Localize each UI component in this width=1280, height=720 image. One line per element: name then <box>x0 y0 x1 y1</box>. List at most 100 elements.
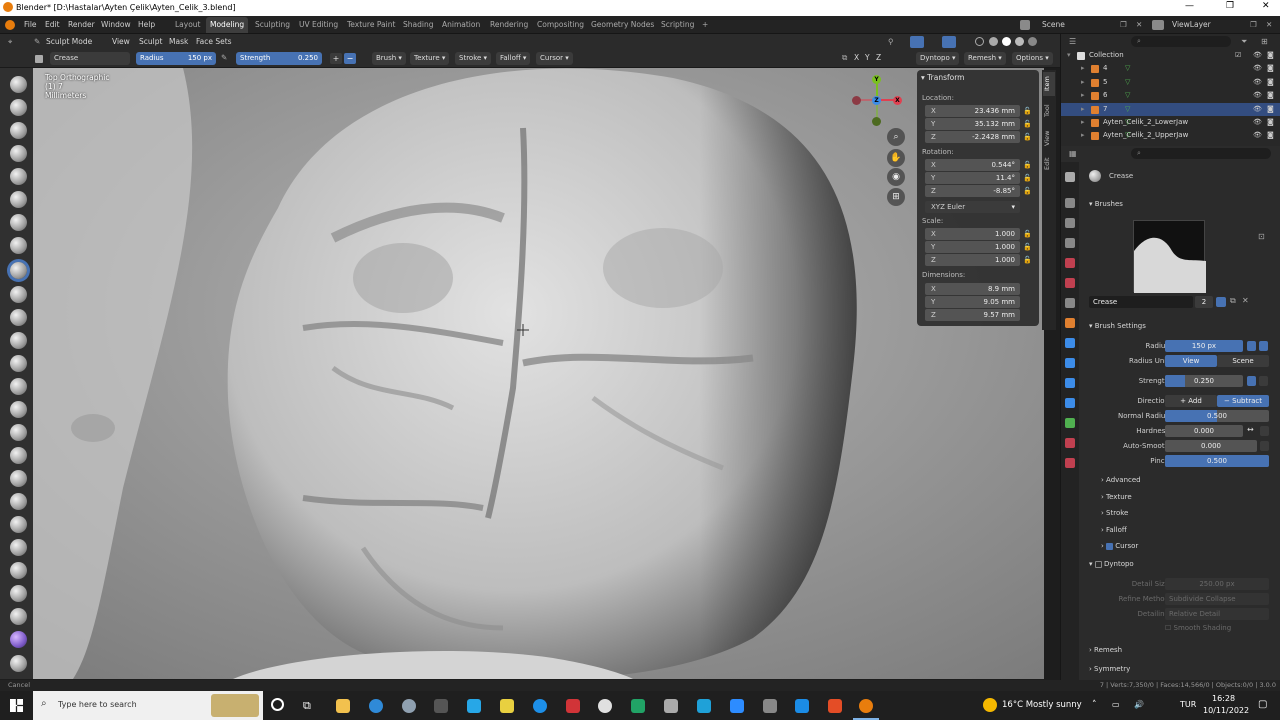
wireframe-shading-icon[interactable] <box>989 37 998 46</box>
physics-tab-icon[interactable] <box>1065 378 1075 388</box>
app-icon[interactable] <box>467 699 481 713</box>
tool-thumb-icon[interactable] <box>10 493 27 510</box>
copy-icon[interactable]: ❐ <box>1250 20 1257 29</box>
tool-clay-thumb-icon[interactable] <box>10 168 27 185</box>
minimize-button[interactable]: — <box>1185 1 1194 11</box>
lock-icon[interactable]: 🔓 <box>1023 256 1032 264</box>
lock-icon[interactable]: 🔓 <box>1023 230 1032 238</box>
modifier-tab-icon[interactable] <box>1065 338 1075 348</box>
zoom-app-icon[interactable] <box>730 699 744 713</box>
tool-simplify-icon[interactable] <box>10 655 27 672</box>
advanced-subpanel[interactable]: › Advanced <box>1101 476 1141 484</box>
outliner-row-name[interactable]: Ayten_Celik_2_LowerJaw <box>1103 118 1188 126</box>
checkbox-icon[interactable]: ☑ <box>1235 51 1241 59</box>
tool-scrape-icon[interactable] <box>10 355 27 372</box>
tab-scripting[interactable]: Scripting <box>657 17 698 33</box>
new-collection-icon[interactable]: ⊞ <box>1261 37 1268 46</box>
weather-text[interactable]: 16°C Mostly sunny <box>1002 700 1082 710</box>
expand-arrow-icon[interactable]: ▸ <box>1081 78 1085 86</box>
outliner-row-name[interactable]: 6 <box>1103 91 1107 99</box>
texture-tab-icon[interactable] <box>1065 458 1075 468</box>
render-camera-icon[interactable]: ◙ <box>1267 91 1274 99</box>
scene-name[interactable]: Scene <box>1042 20 1065 29</box>
app-icon[interactable] <box>664 699 678 713</box>
direction-subtract-button[interactable]: − Subtract <box>1217 395 1269 407</box>
direction-add-icon[interactable]: + <box>330 53 342 64</box>
visibility-eye-icon[interactable]: 👁 <box>1253 131 1262 139</box>
visibility-eye-icon[interactable]: 👁 <box>1253 64 1262 72</box>
tab-shading[interactable]: Shading <box>399 17 437 33</box>
strength-pressure-icon[interactable] <box>1247 376 1256 386</box>
brush-name-field[interactable]: Crease <box>1089 296 1193 308</box>
lock-icon[interactable]: 🔓 <box>1023 187 1032 195</box>
symmetry-y-toggle[interactable]: Y <box>865 53 870 62</box>
render-camera-icon[interactable]: ◙ <box>1267 51 1274 59</box>
gizmo-z-axis[interactable]: Z <box>872 96 881 105</box>
tool-flatten-icon[interactable] <box>10 309 27 326</box>
3d-viewport[interactable]: Top Orthographic (1) 7 Millimeters Y Z X… <box>33 68 1044 679</box>
app-icon[interactable] <box>631 699 645 713</box>
brush-preview-thumbnail[interactable] <box>1133 220 1206 293</box>
tool-tab-icon[interactable] <box>1065 172 1075 182</box>
location-y-field[interactable]: Y 35.132 mm <box>925 118 1020 130</box>
expand-arrow-icon[interactable]: ▸ <box>1081 91 1085 99</box>
tab-tool[interactable]: Tool <box>1043 100 1055 122</box>
gizmo-x-axis[interactable]: X <box>893 96 902 105</box>
view-layer-name[interactable]: ViewLayer <box>1172 20 1211 29</box>
texture-menu[interactable]: Texture ▾ <box>410 52 450 65</box>
lock-icon[interactable]: 🔓 <box>1023 107 1032 115</box>
clock-time[interactable]: 16:28 <box>1212 694 1235 703</box>
symmetry-x-toggle[interactable]: X <box>854 53 859 62</box>
app-icon[interactable] <box>598 699 612 713</box>
cursor-checkbox[interactable] <box>1106 542 1114 550</box>
tool-boundary-icon[interactable] <box>10 608 27 625</box>
dyntopo-panel-header[interactable]: ▾ Dyntopo <box>1089 560 1134 568</box>
render-camera-icon[interactable]: ◙ <box>1267 78 1274 86</box>
tool-pose-icon[interactable] <box>10 516 27 533</box>
menu-view[interactable]: View <box>112 37 130 46</box>
radius-unit-view-button[interactable]: View <box>1165 355 1217 367</box>
brush-users-count[interactable]: 2 <box>1195 296 1213 308</box>
menu-window[interactable]: Window <box>101 20 131 29</box>
falloff-menu[interactable]: Falloff ▾ <box>496 52 531 65</box>
cursor-menu[interactable]: Cursor ▾ <box>536 52 573 65</box>
visibility-eye-icon[interactable]: 👁 <box>1253 105 1262 113</box>
scale-z-field[interactable]: Z 1.000 <box>925 254 1020 266</box>
tool-crease-icon[interactable] <box>10 262 27 279</box>
view-layer-tab-icon[interactable] <box>1065 238 1075 248</box>
tab-modeling[interactable]: Modeling <box>206 17 249 33</box>
expand-arrow-icon[interactable]: ▾ <box>1067 51 1071 59</box>
app-icon[interactable] <box>697 699 711 713</box>
tab-texture-paint[interactable]: Texture Paint <box>343 17 399 33</box>
rotation-x-field[interactable]: X 0.544° <box>925 159 1020 171</box>
file-explorer-icon[interactable] <box>336 699 350 713</box>
tool-rotate-icon[interactable] <box>10 562 27 579</box>
menu-file[interactable]: File <box>24 20 37 29</box>
dimension-y-field[interactable]: Y 9.05 mm <box>925 296 1020 308</box>
dyntopo-checkbox[interactable] <box>1094 560 1102 568</box>
view-object-types-icon[interactable]: ⚲ <box>888 37 894 46</box>
world-tab-icon[interactable] <box>1065 278 1075 288</box>
overlay-toggle-icon[interactable] <box>942 36 956 48</box>
lock-icon[interactable]: 🔓 <box>1023 174 1032 182</box>
outliner-row[interactable]: ▸ 6 ▽ 👁 ◙ <box>1061 89 1280 102</box>
app-icon[interactable] <box>500 699 514 713</box>
normal-radius-slider[interactable]: 0.500 <box>1165 410 1269 422</box>
menu-sculpt[interactable]: Sculpt <box>139 37 162 46</box>
auto-smooth-pressure-icon[interactable] <box>1260 441 1269 451</box>
expand-arrow-icon[interactable]: ▸ <box>1081 105 1085 113</box>
visibility-eye-icon[interactable]: 👁 <box>1253 118 1262 126</box>
lock-icon[interactable]: 🔓 <box>1023 133 1032 141</box>
mode-selector[interactable]: Sculpt Mode <box>46 37 92 46</box>
copy-icon[interactable]: ❐ <box>1120 20 1127 29</box>
app-icon[interactable] <box>828 699 842 713</box>
auto-smooth-slider[interactable]: 0.000 <box>1165 440 1257 452</box>
symmetry-z-toggle[interactable]: Z <box>876 53 881 62</box>
strength-field[interactable]: Strength 0.250 <box>236 52 322 65</box>
direction-add-button[interactable]: + Add <box>1165 395 1217 407</box>
tool-snake-hook-icon[interactable] <box>10 470 27 487</box>
lock-icon[interactable]: 🔓 <box>1023 243 1032 251</box>
menu-mask[interactable]: Mask <box>169 37 188 46</box>
render-tab-icon[interactable] <box>1065 198 1075 208</box>
tool-fill-icon[interactable] <box>10 332 27 349</box>
